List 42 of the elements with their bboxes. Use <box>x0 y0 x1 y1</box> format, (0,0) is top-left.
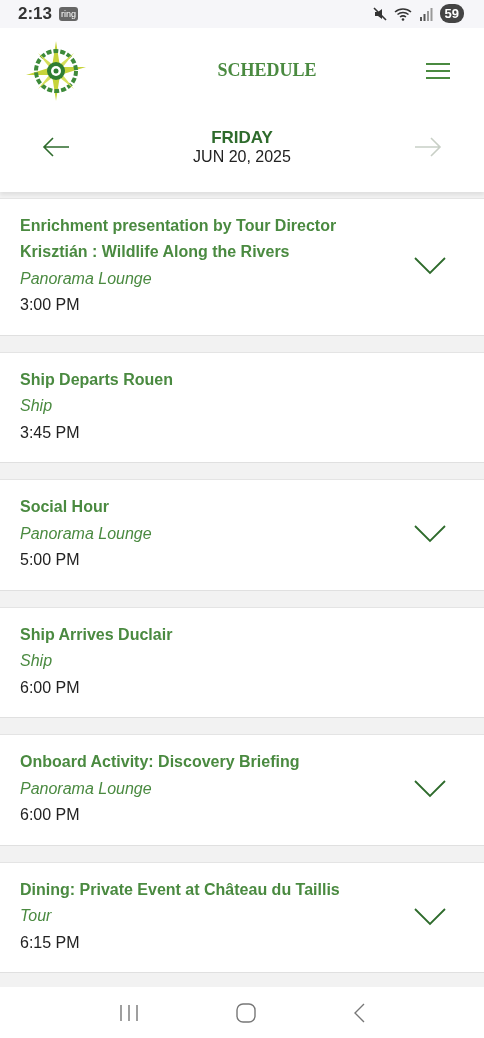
chevron-down-icon[interactable] <box>414 525 446 544</box>
chevron-down-icon[interactable] <box>414 907 446 926</box>
previous-day-button[interactable] <box>42 136 70 157</box>
page-title: SCHEDULE <box>217 60 317 82</box>
event-title: Social Hour <box>20 497 110 518</box>
event-title: Ship Arrives Duclair <box>20 624 174 645</box>
chevron-down-icon[interactable] <box>414 256 446 275</box>
day-label: FRIDAY <box>211 127 273 148</box>
event-time: 3:45 PM <box>20 422 81 443</box>
event-title: Onboard Activity: Discovery Briefing <box>20 752 301 773</box>
date-label: JUN 20, 2025 <box>193 147 291 166</box>
battery-indicator: 59 <box>439 4 464 24</box>
event-location: Panorama Lounge <box>20 778 153 799</box>
event-title: Ship Departs Rouen <box>20 369 174 390</box>
event-card[interactable]: Onboard Activity: Discovery Briefing Panorama Lounge 6:00 PM <box>0 734 484 846</box>
event-time: 5:00 PM <box>20 550 81 571</box>
event-time: 3:00 PM <box>20 295 81 316</box>
event-location: Panorama Lounge <box>20 523 153 544</box>
wifi-icon <box>393 6 412 21</box>
chevron-down-icon[interactable] <box>414 780 446 799</box>
event-time: 6:15 PM <box>20 932 81 953</box>
event-card[interactable]: Social Hour Panorama Lounge 5:00 PM <box>0 479 484 591</box>
mute-icon <box>372 6 387 21</box>
event-time: 6:00 PM <box>20 677 81 698</box>
event-time: 6:00 PM <box>20 805 81 826</box>
event-title: Dining: Private Event at Château du Taillis <box>20 879 341 900</box>
event-card[interactable]: Enrichment presentation by Tour Director Krisztián : Wildlife Along the Rivers Panorama Lounge 3:00 PM <box>0 197 484 336</box>
event-card[interactable]: Dining: Private Event at Château du Taillis Tour 6:15 PM <box>0 861 484 974</box>
event-card[interactable]: Ship Arrives Duclair Ship 6:00 PM <box>0 606 484 719</box>
back-icon[interactable] <box>353 1002 366 1023</box>
signal-icon <box>418 6 433 21</box>
event-title: Enrichment presentation by Tour Director Krisztián : Wildlife Along the Rivers <box>20 215 338 263</box>
status-time: 2:13 <box>18 3 53 24</box>
event-card[interactable]: Ship Departs Rouen Ship 3:45 PM <box>0 351 484 464</box>
app-badge: ring <box>59 6 79 21</box>
event-location: Ship <box>20 396 54 417</box>
event-location: Ship <box>20 651 54 672</box>
recent-apps-icon[interactable] <box>118 1003 139 1022</box>
menu-button[interactable] <box>426 61 450 80</box>
event-location: Panorama Lounge <box>20 268 153 289</box>
event-location: Tour <box>20 906 53 927</box>
home-icon[interactable] <box>236 1002 256 1023</box>
